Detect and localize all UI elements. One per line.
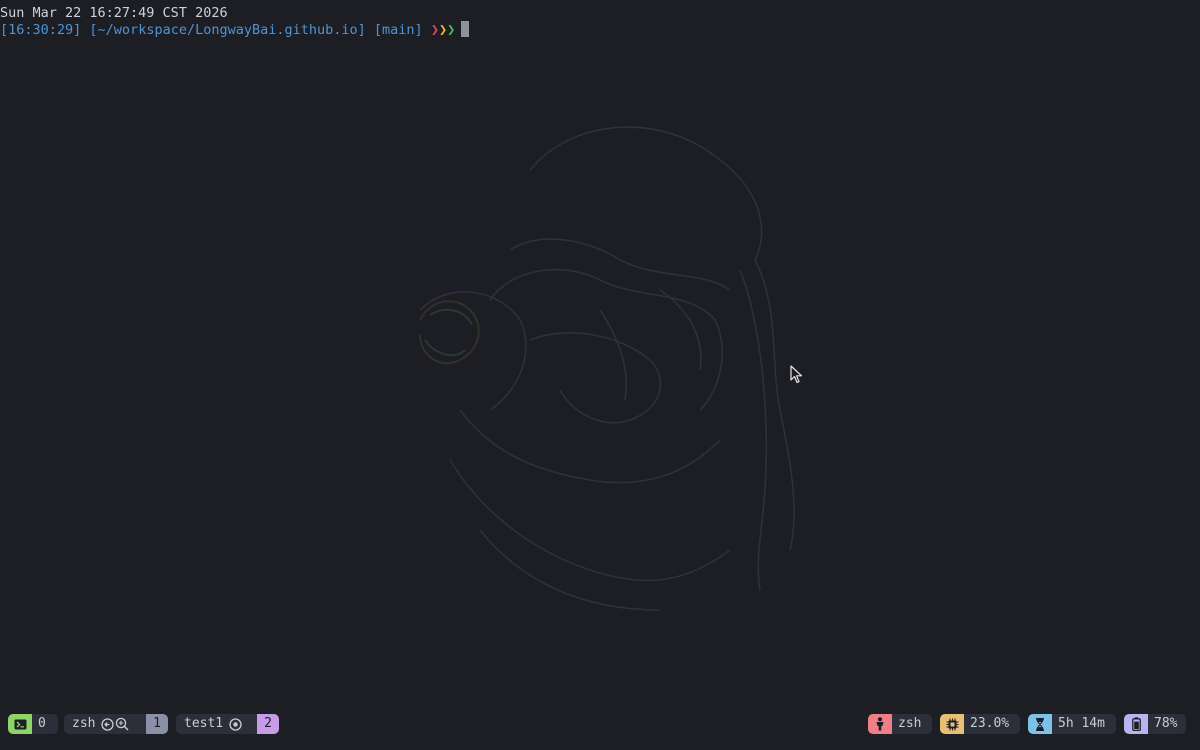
window-name: zsh <box>72 716 96 731</box>
current-process: zsh <box>868 714 932 734</box>
cpu-usage: 23.0% <box>940 714 1020 734</box>
window-tab-1[interactable]: zsh 1 <box>64 714 168 734</box>
prompt-chevron-yellow: ❯ <box>438 22 448 38</box>
back-circle-icon <box>101 717 115 731</box>
window-index: 2 <box>257 714 279 734</box>
cpu-value: 23.0% <box>970 716 1010 731</box>
hourglass-icon <box>1028 714 1052 734</box>
prompt-chevron-red: ❯ <box>430 22 439 38</box>
shell-prompt[interactable]: [16:30:29] [~/workspace/LongwayBai.githu… <box>0 21 470 39</box>
prompt-path: [~/workspace/LongwayBai.github.io] <box>89 22 366 38</box>
battery-status: 78% <box>1124 714 1186 734</box>
mouse-pointer-icon <box>790 365 803 384</box>
battery-icon <box>1124 714 1148 734</box>
window-index: 1 <box>146 714 168 734</box>
prompt-time: [16:30:29] <box>0 22 82 38</box>
date-output: Sun Mar 22 16:27:49 CST 2026 <box>0 5 228 21</box>
uptime: 5h 14m <box>1028 714 1116 734</box>
zoom-icon <box>116 717 130 731</box>
radio-dot-icon <box>229 717 242 731</box>
cpu-chip-icon <box>940 714 964 734</box>
window-name: test1 <box>184 716 224 731</box>
wallpaper-artwork <box>419 126 795 611</box>
terminal-prompt-icon <box>8 714 32 734</box>
session-count: 0 <box>38 716 46 731</box>
terminal-window[interactable]: Sun Mar 22 16:27:49 CST 2026 [16:30:29] … <box>0 0 1200 750</box>
status-bar: 0 zsh 1 test1 2 zsh 23.0% 5h 14m 78% <box>0 714 1200 734</box>
window-tab-2[interactable]: test1 2 <box>176 714 279 734</box>
prompt-chevron-green: ❯ <box>447 22 456 38</box>
session-indicator[interactable]: 0 <box>8 714 58 734</box>
prompt-branch: [main] <box>373 22 423 38</box>
process-name: zsh <box>898 716 922 731</box>
person-icon <box>868 714 892 734</box>
uptime-value: 5h 14m <box>1058 716 1105 731</box>
text-cursor <box>461 21 470 37</box>
battery-value: 78% <box>1154 716 1178 731</box>
